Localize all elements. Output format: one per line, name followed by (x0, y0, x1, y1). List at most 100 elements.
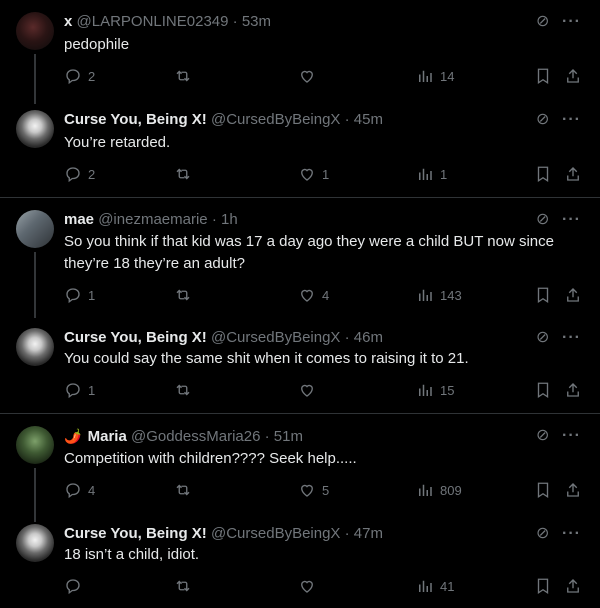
tweet-text: You could say the same shit when it come… (64, 350, 469, 367)
reply-button[interactable]: 2 (64, 164, 95, 184)
avatar[interactable] (16, 426, 54, 464)
tweet-text: pedophile (64, 36, 130, 53)
bookmark-button[interactable] (534, 380, 552, 400)
more-icon[interactable]: ··· (562, 328, 581, 348)
reply-button[interactable]: 1 (64, 380, 95, 400)
retweet-button[interactable] (174, 164, 198, 184)
handle[interactable]: @GoddessMaria26 (131, 428, 260, 445)
views-button[interactable]: 143 (416, 285, 462, 305)
tweet-header: Curse You, Being X! @CursedByBeingX · 45… (64, 110, 383, 130)
more-icon[interactable]: ··· (562, 110, 581, 130)
reply-button[interactable]: 1 (64, 285, 95, 305)
heart-icon (301, 289, 313, 302)
reply-icon (66, 483, 80, 499)
tweet[interactable]: Curse You, Being X! @CursedByBeingX · 46… (0, 328, 600, 414)
grok-icon[interactable]: ⊘ (536, 426, 549, 446)
handle[interactable]: @inezmaemarie (98, 211, 207, 228)
like-button[interactable]: 1 (298, 164, 329, 184)
like-button[interactable] (298, 380, 322, 400)
display-name[interactable]: Curse You, Being X! (64, 111, 207, 128)
retweet-button[interactable] (174, 285, 198, 305)
tweet-header: Curse You, Being X! @CursedByBeingX · 47… (64, 524, 383, 544)
view-count: 14 (440, 68, 455, 84)
bookmark-button[interactable] (534, 66, 552, 86)
avatar[interactable] (16, 12, 54, 50)
bookmark-button[interactable] (534, 480, 552, 500)
share-button[interactable] (564, 164, 582, 184)
display-name[interactable]: Curse You, Being X! (64, 329, 207, 346)
timestamp[interactable]: 1h (221, 211, 238, 228)
views-button[interactable]: 15 (416, 380, 454, 400)
display-name[interactable]: x (64, 13, 72, 30)
timestamp[interactable]: 46m (354, 329, 383, 346)
handle[interactable]: @CursedByBeingX (211, 525, 340, 542)
grok-icon[interactable]: ⊘ (536, 328, 549, 348)
tweet[interactable]: mae @inezmaemarie · 1h ⊘ ··· So you thin… (0, 210, 600, 318)
heart-icon (301, 70, 313, 83)
tweet[interactable]: 🌶️ Maria @GoddessMaria26 · 51m ⊘ ··· Com… (0, 426, 600, 522)
timestamp[interactable]: 47m (354, 525, 383, 542)
share-button[interactable] (564, 480, 582, 500)
tweet[interactable]: Curse You, Being X! @CursedByBeingX · 47… (0, 524, 600, 608)
retweet-button[interactable] (174, 380, 198, 400)
avatar[interactable] (16, 210, 54, 248)
display-name[interactable]: Curse You, Being X! (64, 525, 207, 542)
retweet-icon (176, 384, 190, 396)
reply-button[interactable]: 4 (64, 480, 95, 500)
grok-icon[interactable]: ⊘ (536, 524, 549, 544)
bookmark-button[interactable] (534, 576, 552, 596)
tweet-text: So you think if that kid was 17 a day ag… (64, 233, 554, 272)
timestamp[interactable]: 51m (274, 428, 303, 445)
grok-icon[interactable]: ⊘ (536, 110, 549, 130)
like-button[interactable]: 4 (298, 285, 329, 305)
name-emoji: 🌶️ (64, 428, 82, 444)
more-icon[interactable]: ··· (562, 210, 581, 230)
like-button[interactable]: 5 (298, 480, 329, 500)
tweet-header: x @LARPONLINE02349 · 53m (64, 12, 271, 32)
reply-count: 2 (88, 166, 96, 182)
bookmark-button[interactable] (534, 164, 552, 184)
tweet-text: 18 isn’t a child, idiot. (64, 546, 200, 563)
avatar[interactable] (16, 328, 54, 366)
separator-dot: · (344, 329, 350, 346)
share-button[interactable] (564, 285, 582, 305)
retweet-button[interactable] (174, 480, 198, 500)
more-icon[interactable]: ··· (562, 12, 581, 32)
handle[interactable]: @CursedByBeingX (211, 111, 340, 128)
handle[interactable]: @LARPONLINE02349 (77, 13, 229, 30)
bookmark-icon (537, 578, 549, 595)
views-icon (419, 168, 432, 180)
share-button[interactable] (564, 380, 582, 400)
tweet-header: Curse You, Being X! @CursedByBeingX · 46… (64, 328, 383, 348)
avatar[interactable] (16, 524, 54, 562)
tweet[interactable]: x @LARPONLINE02349 · 53m ⊘ ··· pedophile… (0, 12, 600, 104)
views-button[interactable]: 1 (416, 164, 447, 184)
display-name[interactable]: Maria (88, 428, 127, 445)
grok-icon[interactable]: ⊘ (536, 210, 549, 230)
reply-button[interactable]: 2 (64, 66, 95, 86)
more-icon[interactable]: ··· (562, 426, 581, 446)
handle[interactable]: @CursedByBeingX (211, 329, 340, 346)
reply-button[interactable] (64, 576, 88, 596)
more-icon[interactable]: ··· (562, 524, 581, 544)
retweet-button[interactable] (174, 66, 198, 86)
share-button[interactable] (564, 66, 582, 86)
views-button[interactable]: 14 (416, 66, 454, 86)
views-button[interactable]: 41 (416, 576, 454, 596)
share-icon (567, 383, 579, 397)
reply-icon (66, 167, 80, 183)
timestamp[interactable]: 45m (354, 111, 383, 128)
grok-icon[interactable]: ⊘ (536, 12, 549, 32)
views-button[interactable]: 809 (416, 480, 462, 500)
action-bar: 1 15 (64, 380, 584, 400)
retweet-button[interactable] (174, 576, 198, 596)
like-button[interactable] (298, 66, 322, 86)
bookmark-icon (537, 382, 549, 399)
display-name[interactable]: mae (64, 211, 94, 228)
timestamp[interactable]: 53m (242, 13, 271, 30)
like-button[interactable] (298, 576, 322, 596)
bookmark-button[interactable] (534, 285, 552, 305)
share-button[interactable] (564, 576, 582, 596)
avatar[interactable] (16, 110, 54, 148)
tweet[interactable]: Curse You, Being X! @CursedByBeingX · 45… (0, 110, 600, 196)
